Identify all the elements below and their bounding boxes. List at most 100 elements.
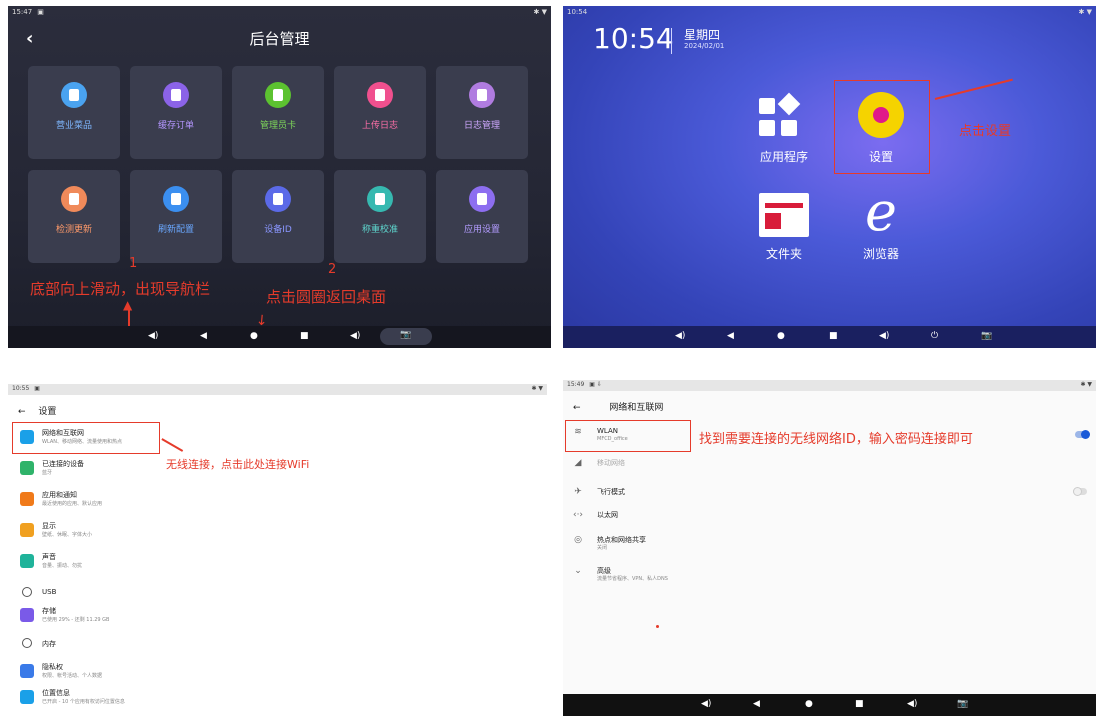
tile-9[interactable]: 应用设置 bbox=[436, 170, 528, 263]
home-nav-icon[interactable]: ● bbox=[250, 331, 258, 341]
volume-up-icon[interactable]: ◀) bbox=[907, 699, 917, 709]
volume-up-icon[interactable]: ◀) bbox=[350, 331, 360, 341]
network-row-1[interactable]: ◢ 移动网络 bbox=[571, 458, 1071, 484]
network-row-5[interactable]: ⌄ 高级 流量节省程序、VPN、私人DNS bbox=[571, 566, 1071, 592]
home-nav-icon[interactable]: ● bbox=[777, 331, 785, 341]
tile-label: 营业菜品 bbox=[55, 121, 92, 131]
settings-header: ← 设置 bbox=[18, 404, 56, 417]
settings-item-icon bbox=[20, 492, 34, 506]
admin-panel-screen: 15:47 ▣ ✱ ▼ ‹ 后台管理 营业菜品 缓存订单 管理员卡 上传日志 日志管理检… bbox=[8, 6, 551, 348]
settings-item-title: 声音 bbox=[42, 553, 56, 561]
tile-7[interactable]: 设备ID bbox=[232, 170, 324, 263]
notification-icon: ▣ ⇩ bbox=[589, 381, 602, 388]
navigation-bar: ◀) ◀ ● ■ ◀) 📷 bbox=[8, 326, 551, 348]
screenshot-icon[interactable]: 📷 bbox=[957, 699, 968, 709]
network-row-title: 移动网络 bbox=[597, 459, 625, 467]
settings-item-9[interactable]: 位置信息 已开启 - 10 个应用有权访问位置信息 bbox=[20, 688, 480, 714]
power-icon[interactable]: ⏻ bbox=[931, 331, 938, 341]
date: 2024/02/01 bbox=[684, 42, 725, 50]
tile-2[interactable]: 管理员卡 bbox=[232, 66, 324, 159]
back-nav-icon[interactable]: ◀ bbox=[200, 331, 207, 341]
tile-1[interactable]: 缓存订单 bbox=[130, 66, 222, 159]
volume-up-icon[interactable]: ◀) bbox=[879, 331, 889, 341]
wifi-icon: ✱ ▼ bbox=[533, 8, 547, 16]
settings-item-title: 位置信息 bbox=[42, 689, 70, 697]
page-title: 设置 bbox=[38, 407, 57, 417]
settings-item-title: 应用和通知 bbox=[42, 491, 77, 499]
page-title: 后台管理 bbox=[249, 30, 310, 48]
tile-0[interactable]: 营业菜品 bbox=[28, 66, 120, 159]
dot bbox=[656, 625, 659, 628]
network-row-3[interactable]: ‹·› 以太网 bbox=[571, 510, 1071, 536]
recents-nav-icon[interactable]: ■ bbox=[829, 331, 838, 341]
volume-down-icon[interactable]: ◀) bbox=[675, 331, 685, 341]
app-label: 浏览器 bbox=[862, 247, 899, 261]
wifi-icon: ✱ ▼ bbox=[1078, 8, 1092, 16]
settings-item-8[interactable]: 隐私权 权限、帐号活动、个人数据 bbox=[20, 662, 480, 690]
app-label: 应用程序 bbox=[759, 150, 808, 164]
annotation-click-settings: 点击设置 bbox=[959, 124, 1012, 139]
back-arrow-icon[interactable]: ← bbox=[18, 407, 26, 417]
highlight-box bbox=[12, 422, 160, 454]
settings-item-icon bbox=[20, 523, 34, 537]
tile-icon bbox=[265, 186, 291, 212]
settings-item-title: 内存 bbox=[42, 640, 56, 648]
screenshot-icon[interactable]: 📷 bbox=[981, 331, 992, 341]
weekday: 星期四 bbox=[684, 28, 721, 42]
signal-icon: ◢ bbox=[574, 458, 582, 468]
app-launcher-files[interactable]: 文件夹 bbox=[739, 179, 829, 269]
back-nav-icon[interactable]: ◀ bbox=[727, 331, 734, 341]
tile-icon bbox=[367, 82, 393, 108]
status-time: 10:55 bbox=[12, 385, 30, 392]
page-title: 网络和互联网 bbox=[609, 403, 664, 413]
tile-5[interactable]: 检测更新 bbox=[28, 170, 120, 263]
network-row-subtitle: 关闭 bbox=[597, 545, 608, 551]
volume-down-icon[interactable]: ◀) bbox=[148, 331, 158, 341]
tile-icon bbox=[367, 186, 393, 212]
screenshot-icon[interactable]: 📷 bbox=[380, 328, 432, 345]
highlight-box bbox=[565, 420, 691, 452]
network-row-4[interactable]: ◎ 热点和网络共享 关闭 bbox=[571, 535, 1071, 561]
tile-3[interactable]: 上传日志 bbox=[334, 66, 426, 159]
tile-6[interactable]: 刷新配置 bbox=[130, 170, 222, 263]
settings-item-title: 存储 bbox=[42, 607, 56, 615]
settings-item-6[interactable]: 存储 已使用 29% - 还剩 11.29 GB bbox=[20, 606, 480, 634]
app-launcher-browser[interactable]: e 浏览器 bbox=[836, 179, 926, 269]
tile-label: 检测更新 bbox=[55, 225, 92, 235]
annotation-swipe-up: 底部向上滑动，出现导航栏 bbox=[30, 280, 211, 298]
notification-icon: ▣ bbox=[34, 385, 40, 392]
home-nav-icon[interactable]: ● bbox=[805, 699, 813, 709]
settings-item-icon bbox=[20, 461, 34, 475]
recents-nav-icon[interactable]: ■ bbox=[300, 331, 309, 341]
wifi-icon: ✱ ▼ bbox=[531, 385, 543, 392]
settings-item-7[interactable]: 内存 bbox=[20, 636, 480, 664]
wlan-toggle[interactable] bbox=[1075, 430, 1090, 439]
annotation-home: 点击圆圈返回桌面 bbox=[266, 288, 387, 306]
app-label: 文件夹 bbox=[765, 247, 802, 261]
settings-item-2[interactable]: 应用和通知 最近使用的应用、默认应用 bbox=[20, 490, 480, 518]
tile-label: 设备ID bbox=[264, 225, 292, 235]
notification-icon: ▣ bbox=[37, 8, 44, 16]
settings-item-3[interactable]: 显示 壁纸、休眠、字体大小 bbox=[20, 521, 480, 549]
tile-8[interactable]: 称重校准 bbox=[334, 170, 426, 263]
navigation-bar: ◀) ◀ ● ■ ◀) 📷 bbox=[563, 694, 1096, 716]
airplane-toggle[interactable] bbox=[1073, 487, 1087, 496]
home-screen: 10:54 ✱ ▼ 10:54 星期四 2024/02/01 应用程序 设置 文… bbox=[563, 6, 1096, 348]
tile-4[interactable]: 日志管理 bbox=[436, 66, 528, 159]
annotation-step-1-number: 1 bbox=[129, 256, 138, 271]
back-arrow-icon[interactable]: ← bbox=[573, 403, 581, 413]
annotation-wifi: 无线连接，点击此处连接WiFi bbox=[166, 458, 310, 471]
highlight-box bbox=[834, 80, 930, 174]
settings-item-subtitle: 权限、帐号活动、个人数据 bbox=[42, 673, 103, 679]
settings-item-subtitle: 音量、振动、勿扰 bbox=[42, 563, 83, 569]
settings-item-4[interactable]: 声音音量、振动、勿扰 bbox=[20, 552, 480, 580]
recents-nav-icon[interactable]: ■ bbox=[855, 699, 864, 709]
volume-down-icon[interactable]: ◀) bbox=[701, 699, 711, 709]
tile-icon bbox=[469, 82, 495, 108]
status-bar: 10:54 ✱ ▼ bbox=[563, 6, 1096, 18]
back-nav-icon[interactable]: ◀ bbox=[753, 699, 760, 709]
network-row-title: 以太网 bbox=[597, 511, 618, 519]
wifi-icon: ✱ ▼ bbox=[1080, 381, 1092, 388]
tile-label: 上传日志 bbox=[361, 121, 398, 131]
app-launcher-apps[interactable]: 应用程序 bbox=[739, 82, 829, 172]
